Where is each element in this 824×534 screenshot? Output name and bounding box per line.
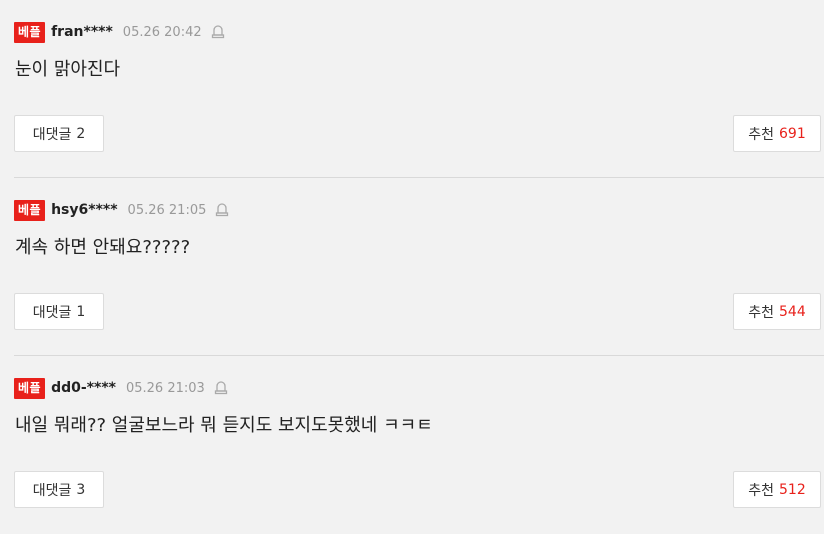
recommend-count: 544 bbox=[779, 303, 806, 320]
bell-icon[interactable] bbox=[215, 202, 229, 218]
comment-author[interactable]: dd0-**** bbox=[51, 380, 116, 396]
comment-text: 눈이 맑아진다 bbox=[15, 59, 121, 80]
comment-meta: 베플 fran**** 05.26 20:42 bbox=[14, 21, 225, 43]
comment-timestamp: 05.26 21:05 bbox=[127, 202, 207, 218]
comment-author[interactable]: hsy6**** bbox=[51, 202, 117, 218]
recommend-label: 추천 bbox=[748, 304, 775, 321]
reply-label: 대댓글 bbox=[32, 482, 72, 499]
recommend-button[interactable]: 추천 512 bbox=[733, 471, 821, 508]
reply-count: 3 bbox=[76, 481, 86, 498]
comment-item: 베플 hsy6**** 05.26 21:05 계속 하면 안돼요????? 대… bbox=[0, 178, 824, 356]
comment-text: 계속 하면 안돼요????? bbox=[15, 237, 191, 258]
comment-meta: 베플 hsy6**** 05.26 21:05 bbox=[14, 199, 229, 221]
recommend-count: 691 bbox=[779, 125, 806, 142]
comment-text: 내일 뭐래?? 얼굴보느라 뭐 듣지도 보지도못했네 ㅋㅋㅌ bbox=[15, 415, 433, 436]
comment-meta: 베플 dd0-**** 05.26 21:03 bbox=[14, 377, 228, 399]
recommend-label: 추천 bbox=[748, 482, 775, 499]
comment-item: 베플 dd0-**** 05.26 21:03 내일 뭐래?? 얼굴보느라 뭐 … bbox=[0, 356, 824, 534]
reply-count: 2 bbox=[76, 125, 86, 142]
comment-timestamp: 05.26 21:03 bbox=[125, 380, 205, 396]
comment-timestamp: 05.26 20:42 bbox=[122, 24, 202, 40]
best-comment-badge: 베플 bbox=[14, 377, 46, 399]
comment-item: 베플 fran**** 05.26 20:42 눈이 맑아진다 대댓글 2 추천… bbox=[0, 0, 824, 178]
recommend-button[interactable]: 추천 691 bbox=[733, 115, 821, 152]
comment-author[interactable]: fran**** bbox=[51, 24, 113, 40]
reply-button[interactable]: 대댓글 2 bbox=[14, 115, 104, 152]
reply-label: 대댓글 bbox=[32, 304, 72, 321]
best-comment-badge: 베플 bbox=[14, 21, 46, 43]
reply-button[interactable]: 대댓글 1 bbox=[14, 293, 104, 330]
reply-button[interactable]: 대댓글 3 bbox=[14, 471, 104, 508]
reply-count: 1 bbox=[76, 303, 86, 320]
bell-icon[interactable] bbox=[214, 380, 228, 396]
recommend-label: 추천 bbox=[748, 126, 775, 143]
recommend-button[interactable]: 추천 544 bbox=[733, 293, 821, 330]
recommend-count: 512 bbox=[779, 481, 806, 498]
best-comment-badge: 베플 bbox=[14, 199, 46, 221]
reply-label: 대댓글 bbox=[32, 126, 72, 143]
bell-icon[interactable] bbox=[211, 24, 225, 40]
